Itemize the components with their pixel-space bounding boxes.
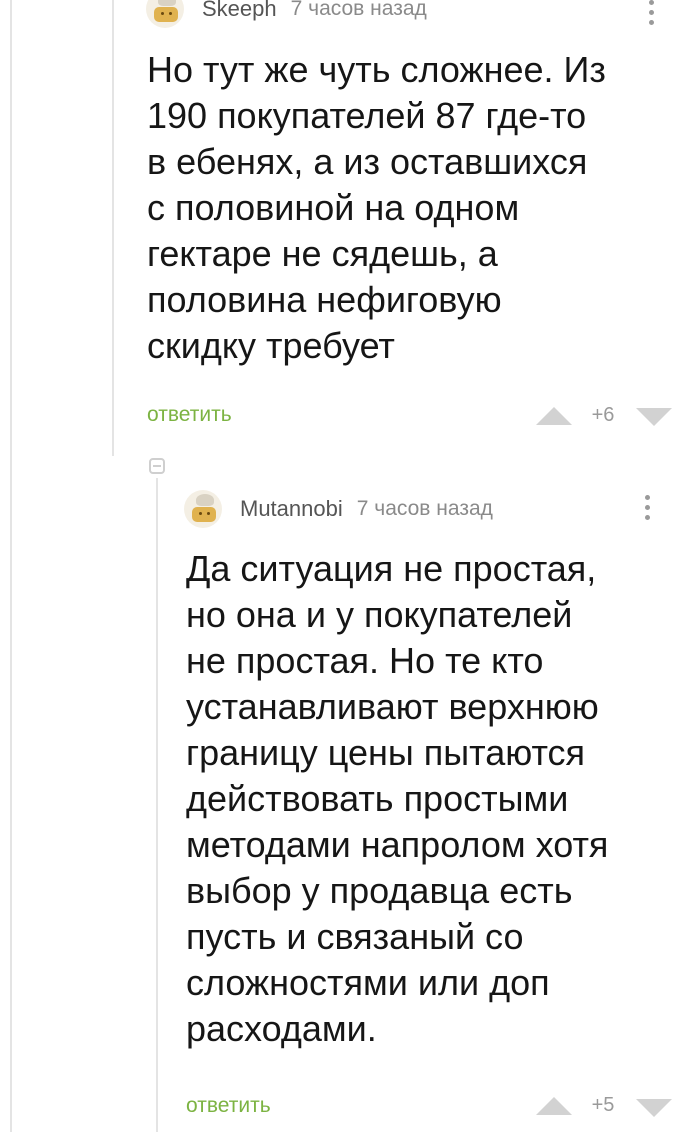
reply-button[interactable]: ответить bbox=[147, 403, 232, 427]
rating-value: +5 bbox=[591, 1094, 615, 1116]
chef-hat-shape bbox=[158, 0, 176, 6]
more-vertical-icon[interactable] bbox=[643, 495, 651, 525]
comment-time[interactable]: 7 часов назад bbox=[357, 497, 493, 521]
username[interactable]: Skeeph bbox=[202, 0, 277, 22]
comment-header: Skeeph 7 часов назад bbox=[146, 0, 427, 28]
avatar-eye bbox=[169, 12, 172, 15]
upvote-icon[interactable] bbox=[536, 1097, 572, 1115]
avatar-face-shape bbox=[192, 507, 216, 522]
user-avatar[interactable] bbox=[184, 490, 222, 528]
username[interactable]: Mutannobi bbox=[240, 496, 343, 522]
avatar-face-shape bbox=[154, 7, 178, 22]
comment-text: Да ситуация не простая, но она и у покуп… bbox=[186, 548, 609, 1049]
avatar-eye bbox=[199, 512, 202, 515]
avatar-eye bbox=[161, 12, 164, 15]
more-vertical-icon[interactable] bbox=[647, 0, 655, 30]
user-avatar[interactable] bbox=[146, 0, 184, 28]
comment-reply: Mutannobi 7 часов назад Да ситуация не п… bbox=[0, 480, 700, 1132]
downvote-icon[interactable] bbox=[636, 1099, 672, 1117]
comment-header: Mutannobi 7 часов назад bbox=[184, 490, 493, 528]
chef-hat-shape bbox=[196, 494, 214, 506]
comment: Skeeph 7 часов назад Но тут же чуть слож… bbox=[0, 0, 700, 450]
avatar-eye bbox=[207, 512, 210, 515]
rating-value: +6 bbox=[591, 404, 615, 426]
comment-time[interactable]: 7 часов назад bbox=[291, 0, 427, 21]
downvote-icon[interactable] bbox=[636, 408, 672, 426]
comment-text: Но тут же чуть сложнее. Из 190 покупател… bbox=[147, 49, 606, 366]
collapse-icon[interactable] bbox=[149, 458, 165, 474]
reply-button[interactable]: ответить bbox=[186, 1094, 271, 1118]
upvote-icon[interactable] bbox=[536, 407, 572, 425]
